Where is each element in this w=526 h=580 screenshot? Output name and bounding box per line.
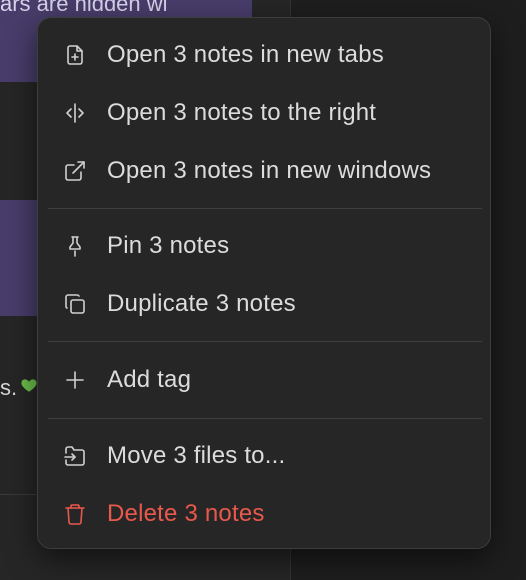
file-plus-icon	[62, 42, 88, 68]
pin-notes-item[interactable]: Pin 3 notes	[38, 220, 490, 272]
open-in-new-windows-item[interactable]: Open 3 notes in new windows	[38, 145, 490, 197]
menu-separator	[48, 208, 482, 209]
pin-icon	[62, 233, 88, 259]
context-menu: Open 3 notes in new tabs Open 3 notes to…	[37, 17, 491, 549]
open-to-right-item[interactable]: Open 3 notes to the right	[38, 87, 490, 139]
menu-item-label: Pin 3 notes	[107, 232, 230, 259]
menu-item-label: Delete 3 notes	[107, 500, 265, 527]
move-files-item[interactable]: Move 3 files to...	[38, 430, 490, 482]
menu-item-label: Open 3 notes in new tabs	[107, 41, 384, 68]
menu-item-label: Open 3 notes to the right	[107, 99, 377, 126]
menu-item-label: Add tag	[107, 366, 192, 393]
duplicate-notes-item[interactable]: Duplicate 3 notes	[38, 278, 490, 330]
menu-separator	[48, 341, 482, 342]
copy-icon	[62, 291, 88, 317]
external-link-icon	[62, 158, 88, 184]
delete-notes-item[interactable]: Delete 3 notes	[38, 488, 490, 540]
open-in-new-tabs-item[interactable]: Open 3 notes in new tabs	[38, 29, 490, 81]
menu-item-label: Move 3 files to...	[107, 442, 286, 469]
note-preview-text: s.	[0, 375, 18, 400]
menu-separator	[48, 418, 482, 419]
trash-icon	[62, 501, 88, 527]
move-file-icon	[62, 443, 88, 469]
note-preview-text: ars are hidden wi	[0, 0, 168, 16]
split-view-icon	[62, 100, 88, 126]
menu-item-label: Duplicate 3 notes	[107, 290, 296, 317]
menu-item-label: Open 3 notes in new windows	[107, 157, 432, 184]
plus-icon	[62, 367, 88, 393]
green-heart-icon	[20, 376, 38, 394]
add-tag-item[interactable]: Add tag	[38, 354, 490, 406]
